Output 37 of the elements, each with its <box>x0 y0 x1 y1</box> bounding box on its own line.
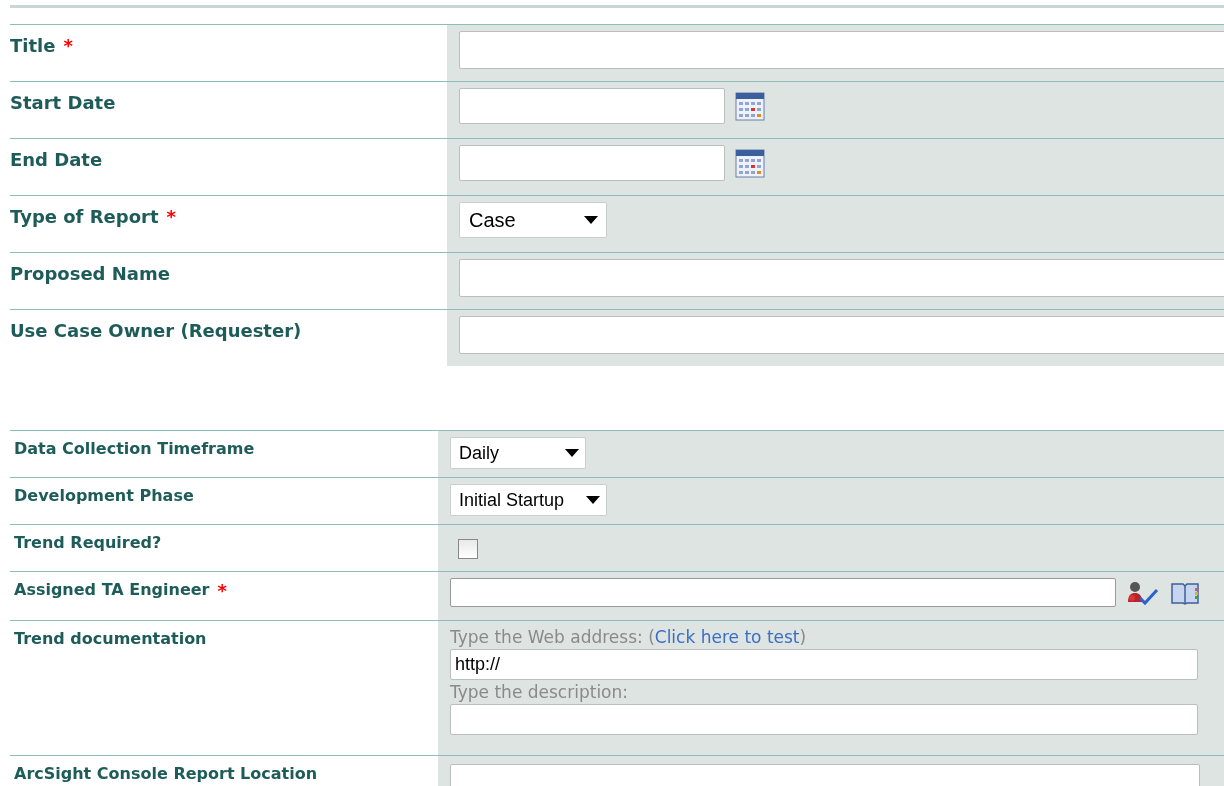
field-label: Title <box>10 35 56 56</box>
caret-icon <box>586 496 601 504</box>
dropdown[interactable]: Initial Startup <box>450 484 608 516</box>
date-field[interactable] <box>459 145 725 181</box>
field-label: Trend documentation <box>13 629 207 648</box>
date-field[interactable] <box>459 88 725 124</box>
field-label: Start Date <box>10 92 116 113</box>
address-book-icon[interactable] <box>1170 580 1200 605</box>
required-mark: * <box>63 35 73 56</box>
required-mark: * <box>166 206 176 227</box>
test-link[interactable]: Click here to test <box>654 627 800 647</box>
required-mark: * <box>217 580 227 601</box>
description-field[interactable] <box>450 704 1198 735</box>
text-field[interactable] <box>459 259 1224 297</box>
field-label: Data Collection Timeframe <box>13 439 255 458</box>
caret-icon <box>584 216 598 224</box>
check-names-icon[interactable] <box>1126 579 1160 606</box>
dropdown[interactable]: Case <box>459 202 607 238</box>
field-label: End Date <box>10 149 103 170</box>
text-field[interactable] <box>459 31 1224 69</box>
calendar-icon[interactable] <box>735 148 765 178</box>
field-label: Proposed Name <box>10 263 170 284</box>
checkbox[interactable] <box>458 539 478 559</box>
web-address-hint: Type the Web address: (Click here to test) <box>450 627 808 647</box>
caret-icon <box>565 449 579 457</box>
calendar-icon[interactable] <box>735 91 765 121</box>
description-hint: Type the description: <box>450 682 629 702</box>
field-label: Type of Report <box>10 206 159 227</box>
dropdown[interactable]: Daily <box>450 437 586 469</box>
field-label: Trend Required? <box>13 533 162 552</box>
text-field[interactable] <box>459 316 1224 354</box>
field-label: Use Case Owner (Requester) <box>10 320 302 341</box>
people-field[interactable] <box>450 578 1116 607</box>
field-label: Development Phase <box>13 486 194 505</box>
web-address-field[interactable]: http:// <box>450 649 1198 680</box>
field-label: Assigned TA Engineer <box>13 580 210 599</box>
field-label: ArcSight Console Report Location <box>13 764 318 783</box>
